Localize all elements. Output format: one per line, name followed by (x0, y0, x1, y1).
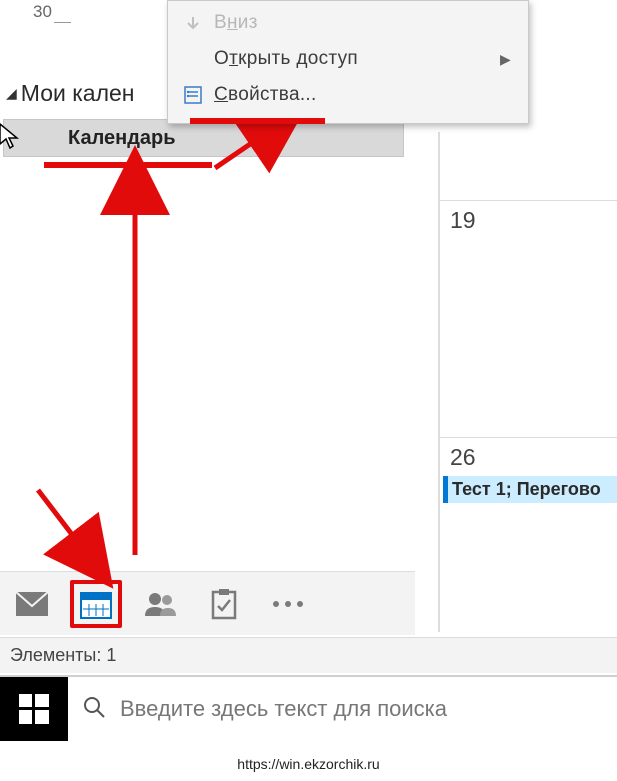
properties-icon (178, 85, 208, 105)
group-label: Мои кален (21, 80, 135, 107)
annotation-underline-calendar (44, 162, 212, 168)
ctx-item-down: Вниз (168, 5, 528, 41)
ctx-item-share[interactable]: Открыть доступ ▶ (168, 41, 528, 77)
source-url: https://win.ekzorchik.ru (0, 756, 617, 772)
nav-tasks-button[interactable] (198, 580, 250, 628)
ctx-item-properties-label: Свойства... (208, 84, 514, 106)
calendar-group-header[interactable]: ◢ Мои кален (6, 80, 135, 107)
taskbar-search[interactable]: Введите здесь текст для поиска (68, 677, 617, 741)
day-number-19: 19 (450, 207, 617, 234)
start-button[interactable] (0, 677, 68, 741)
tasks-icon (210, 588, 238, 620)
ellipsis-icon (271, 599, 305, 609)
cursor-icon (0, 122, 22, 157)
search-icon (82, 695, 106, 724)
nav-more-button[interactable] (262, 580, 314, 628)
people-icon (143, 590, 177, 618)
context-menu: Вниз Открыть доступ ▶ Свойства... (167, 0, 529, 124)
status-bar: Элементы: 1 (0, 637, 617, 673)
calendar-item-selected[interactable]: Календарь (3, 119, 404, 157)
nav-calendar-button[interactable] (70, 580, 122, 628)
status-text: Элементы: 1 (10, 645, 116, 666)
calendar-day-26[interactable]: 26 (440, 437, 617, 627)
nav-mail-button[interactable] (6, 580, 58, 628)
search-placeholder: Введите здесь текст для поиска (120, 696, 447, 722)
outlook-nav-bar (0, 571, 415, 635)
arrow-down-icon (178, 14, 208, 32)
annotation-underline-properties (190, 118, 325, 124)
collapse-triangle-icon: ◢ (6, 85, 17, 102)
windows-logo-icon (19, 694, 49, 724)
calendar-event[interactable]: Тест 1; Перегово (443, 476, 617, 503)
prev-month-day: 30 (33, 2, 52, 22)
ctx-item-down-label: Вниз (208, 12, 514, 34)
date-underline (54, 22, 71, 23)
submenu-arrow-icon: ▶ (500, 51, 514, 68)
ctx-item-properties[interactable]: Свойства... (168, 77, 528, 113)
calendar-day-19[interactable]: 19 (440, 200, 617, 435)
event-text: Тест 1; Перегово (452, 479, 601, 500)
ctx-item-share-label: Открыть доступ (208, 48, 500, 70)
windows-taskbar: Введите здесь текст для поиска (0, 675, 617, 741)
day-number-26: 26 (450, 444, 617, 471)
nav-people-button[interactable] (134, 580, 186, 628)
calendar-icon (80, 589, 112, 619)
calendar-item-label: Календарь (68, 127, 176, 150)
mail-icon (15, 591, 49, 617)
